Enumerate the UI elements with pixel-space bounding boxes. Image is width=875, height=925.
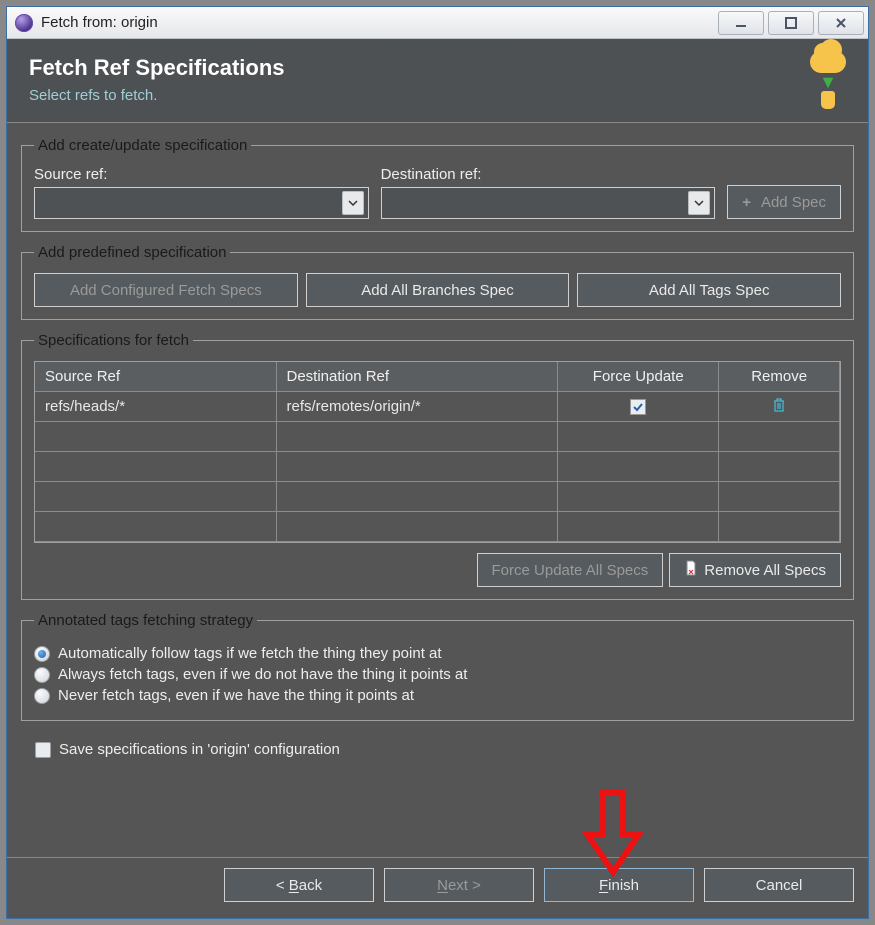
dialog-window: Fetch from: origin Fetch Ref Specificati… (6, 6, 869, 919)
window-title: Fetch from: origin (41, 14, 158, 31)
force-update-all-button: Force Update All Specs (477, 553, 664, 587)
back-button[interactable]: < Back (224, 868, 374, 902)
remove-all-button[interactable]: Remove All Specs (669, 553, 841, 587)
add-all-branches-label: Add All Branches Spec (361, 282, 514, 299)
table-row (35, 452, 840, 482)
radio-icon (34, 667, 50, 683)
radio-auto-follow-label: Automatically follow tags if we fetch th… (58, 645, 442, 662)
close-icon (834, 16, 848, 30)
radio-always-fetch-label: Always fetch tags, even if we do not hav… (58, 666, 467, 683)
maximize-button[interactable] (768, 11, 814, 35)
radio-never-fetch-label: Never fetch tags, even if we have the th… (58, 687, 414, 704)
cell-source: refs/heads/* (35, 392, 277, 422)
col-source: Source Ref (35, 362, 277, 392)
col-remove: Remove (719, 362, 840, 392)
table-row (35, 482, 840, 512)
tags-legend: Annotated tags fetching strategy (34, 612, 257, 629)
cylinder-icon (821, 91, 835, 109)
minimize-button[interactable] (718, 11, 764, 35)
chevron-down-icon (688, 191, 710, 215)
finish-label: Finish (599, 877, 639, 894)
radio-icon (34, 646, 50, 662)
table-row (35, 512, 840, 542)
table-row[interactable]: refs/heads/* refs/remotes/origin/* (35, 392, 840, 422)
save-config-row[interactable]: Save specifications in 'origin' configur… (21, 741, 854, 758)
add-all-tags-button[interactable]: Add All Tags Spec (577, 273, 841, 307)
specs-legend: Specifications for fetch (34, 332, 193, 349)
finish-button[interactable]: Finish (544, 868, 694, 902)
add-spec-legend: Add create/update specification (34, 137, 251, 154)
down-arrow-icon: ▼ (819, 75, 837, 89)
titlebar: Fetch from: origin (7, 7, 868, 39)
force-update-all-label: Force Update All Specs (492, 562, 649, 579)
radio-always-fetch[interactable]: Always fetch tags, even if we do not hav… (34, 666, 841, 683)
predefined-legend: Add predefined specification (34, 244, 230, 261)
trash-icon (772, 397, 786, 413)
maximize-icon (784, 16, 798, 30)
radio-never-fetch[interactable]: Never fetch tags, even if we have the th… (34, 687, 841, 704)
next-button: Next > (384, 868, 534, 902)
cancel-label: Cancel (756, 877, 803, 894)
cloud-icon (810, 51, 846, 73)
radio-auto-follow[interactable]: Automatically follow tags if we fetch th… (34, 645, 841, 662)
fetch-glyph: ▼ (810, 51, 846, 109)
document-remove-icon (684, 560, 698, 580)
table-row (35, 422, 840, 452)
add-configured-label: Add Configured Fetch Specs (70, 282, 262, 299)
specs-table: Source Ref Destination Ref Force Update … (34, 361, 841, 543)
page-title: Fetch Ref Specifications (29, 55, 848, 81)
check-icon (632, 401, 644, 413)
force-update-checkbox[interactable] (630, 399, 646, 415)
table-header: Source Ref Destination Ref Force Update … (35, 362, 840, 392)
specs-group: Specifications for fetch Source Ref Dest… (21, 332, 854, 600)
add-configured-button: Add Configured Fetch Specs (34, 273, 298, 307)
chevron-down-icon (342, 191, 364, 215)
cell-dest: refs/remotes/origin/* (277, 392, 559, 422)
source-ref-label: Source ref: (34, 166, 369, 183)
remove-all-label: Remove All Specs (704, 562, 826, 579)
col-force: Force Update (558, 362, 719, 392)
cancel-button[interactable]: Cancel (704, 868, 854, 902)
close-button[interactable] (818, 11, 864, 35)
back-label: < Back (276, 877, 322, 894)
add-all-tags-label: Add All Tags Spec (649, 282, 770, 299)
radio-icon (34, 688, 50, 704)
add-spec-button: + Add Spec (727, 185, 841, 219)
page-subtitle: Select refs to fetch. (29, 87, 848, 104)
col-dest: Destination Ref (277, 362, 559, 392)
plus-icon: + (742, 194, 751, 211)
dialog-header: Fetch Ref Specifications Select refs to … (7, 39, 868, 122)
minimize-icon (734, 16, 748, 30)
dest-ref-combo[interactable] (381, 187, 716, 219)
remove-row-button[interactable] (772, 397, 786, 417)
dialog-content: Add create/update specification Source r… (7, 123, 868, 857)
save-config-label: Save specifications in 'origin' configur… (59, 741, 340, 758)
next-label: Next > (437, 877, 481, 894)
add-all-branches-button[interactable]: Add All Branches Spec (306, 273, 570, 307)
predefined-group: Add predefined specification Add Configu… (21, 244, 854, 320)
dialog-footer: < Back Next > Finish Cancel (7, 857, 868, 918)
eclipse-icon (15, 14, 33, 32)
dest-ref-label: Destination ref: (381, 166, 716, 183)
add-spec-button-label: Add Spec (761, 194, 826, 211)
tags-strategy-group: Annotated tags fetching strategy Automat… (21, 612, 854, 721)
add-spec-group: Add create/update specification Source r… (21, 137, 854, 232)
source-ref-combo[interactable] (34, 187, 369, 219)
save-config-checkbox[interactable] (35, 742, 51, 758)
